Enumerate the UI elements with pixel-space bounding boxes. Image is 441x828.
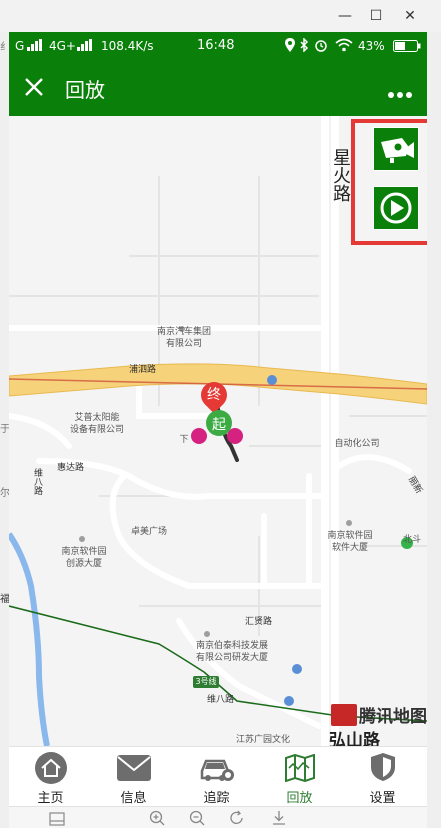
window-close-button[interactable]: ✕ [398,6,422,26]
tab-label: 主页 [37,791,64,806]
window-title-bar: — ☐ ✕ [0,0,441,32]
tab-label: 信息 [120,791,147,806]
road-label: 维八路 [32,468,42,495]
poi-line: 有限公司研发大厦 [195,653,268,663]
car-icon [198,753,236,787]
poi-line: 创源大厦 [65,559,102,569]
network-speed: 108.4K/s [101,39,154,53]
poi-label: 南京汽车集团 有限公司 [139,326,229,350]
poi-line: 南京汽车集团 [156,327,211,337]
more-icon[interactable] [387,84,413,103]
status-bar: G 4G+ 108.4K/s 16:48 43% [9,32,427,60]
home-icon [34,751,68,789]
mail-icon [116,754,152,786]
poi-label: 南京软件园 软件大厦 [315,530,385,554]
poi-line: 南京伯泰科技发展 [195,641,268,651]
road-label: 星火路 [330,148,351,202]
window-maximize-button[interactable]: ☐ [364,6,388,26]
tab-settings[interactable]: 设置 [341,747,424,807]
poi-label: 北斗 [402,535,421,545]
background-window-left: 纟 于 尔 福 [0,32,10,828]
tab-messages[interactable]: 信息 [92,747,175,807]
phone-screen: G 4G+ 108.4K/s 16:48 43% 回放 浦泗路 惠达路 维八路 … [9,32,427,828]
rotate-icon[interactable] [229,810,245,828]
poi-line: 艾普太阳能 [74,413,120,423]
poi-line: 设备有限公司 [69,425,124,435]
poi-line: 有限公司 [165,339,202,349]
wifi-icon [335,38,353,55]
bottom-toolbar [9,806,427,828]
location-icon [285,38,295,55]
tab-playback[interactable]: 回放 [258,747,341,807]
end-marker-label: 终 [207,387,221,403]
map-icon [284,753,316,786]
tab-label: 追踪 [203,791,230,806]
video-button[interactable] [373,127,419,171]
battery-percent: 43% [358,39,385,53]
tab-track[interactable]: 追踪 [175,747,258,807]
poi-label: 下 [179,435,189,445]
signal-icon [27,39,43,54]
bluetooth-icon [299,37,309,55]
signal-icon [77,39,93,54]
close-icon[interactable] [23,76,45,102]
carrier-label: G [15,39,25,53]
battery-icon [393,40,421,55]
road-label: 汇贤路 [245,617,273,627]
poi-line: 南京软件园 [327,531,373,541]
tab-label: 设置 [369,791,396,806]
poi-label: 江苏广园文化 [235,735,290,745]
bottom-tab-bar: 主页 信息 追踪 回放 设置 [9,746,427,807]
tencent-map-logo-icon [331,704,357,726]
road-label: 弘山路 [329,731,380,746]
tab-home[interactable]: 主页 [9,747,92,807]
page-title: 回放 [65,78,105,102]
app-bar: 回放 [9,60,427,116]
poi-label: 南京软件园 创源大厦 [49,546,119,570]
map-watermark: 腾讯地图 [359,707,427,727]
play-icon [379,191,413,229]
poi-label: 艾普太阳能 设备有限公司 [55,412,139,436]
road-label: 惠达路 [57,463,85,473]
tab-label: 回放 [286,791,313,806]
poi-label: 自动化公司 [334,439,380,449]
layout-icon[interactable] [49,811,65,828]
camera-icon [378,136,416,168]
map-view[interactable]: 浦泗路 惠达路 维八路 维八路 汇贤路 星火路 丽新 南京汽车集团 有限公司 艾… [9,116,427,746]
metro-line-badge: 3号线 [193,676,219,688]
zoom-out-icon[interactable] [189,810,205,828]
download-icon[interactable] [271,810,287,828]
shield-icon [370,752,396,786]
alarm-icon [314,38,328,55]
network-type: 4G+ [49,39,76,53]
poi-line: 软件大厦 [331,543,368,553]
background-window-right [427,32,441,828]
zoom-in-icon[interactable] [149,810,165,828]
poi-label: 南京伯泰科技发展 有限公司研发大厦 [177,640,287,664]
start-marker-label: 起 [212,417,226,433]
road-label: 浦泗路 [129,365,157,375]
clock: 16:48 [197,38,235,53]
poi-line: 南京软件园 [61,547,107,557]
poi-label: 卓美广场 [130,527,167,537]
road-label: 维八路 [207,695,235,705]
play-button[interactable] [373,186,419,230]
window-minimize-button[interactable]: — [333,6,357,26]
